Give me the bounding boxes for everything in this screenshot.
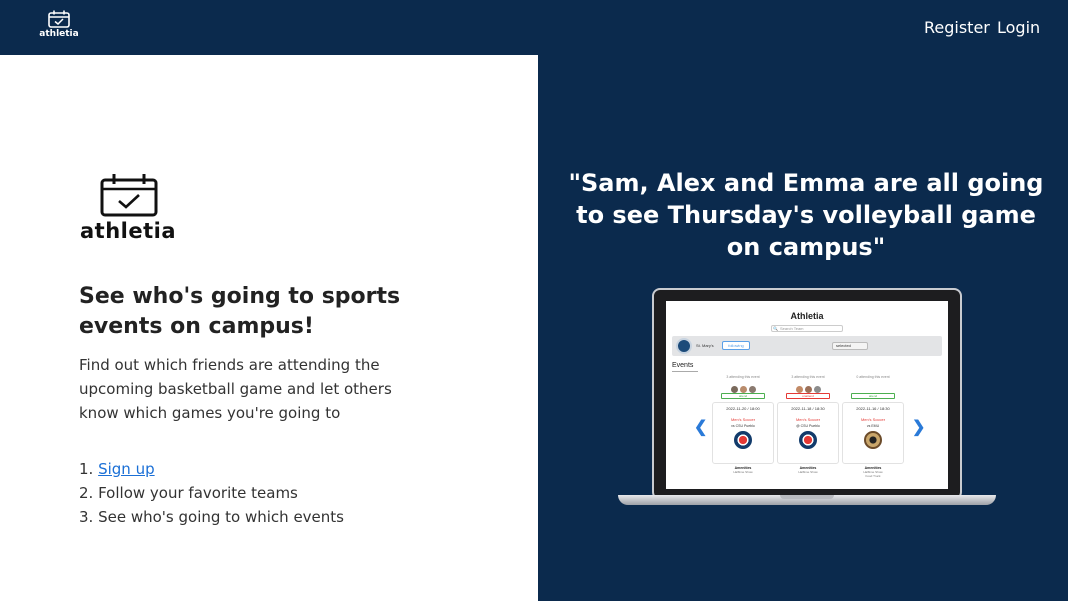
step-number: 1. — [79, 460, 94, 478]
preview-search-input: Search Team — [771, 325, 843, 332]
preview-event-card: 3 attending this event unattend 2022-11-… — [777, 375, 839, 474]
preview-team-name: St. Mary's — [696, 343, 714, 348]
attending-count: 0 attending this event — [856, 375, 890, 379]
amenities-detail: Food Truck — [865, 474, 881, 478]
preview-title: Athletia — [790, 311, 824, 321]
avatar-group — [712, 380, 774, 393]
preview-event-card: 0 attending this event attend 2022-11-16… — [842, 375, 904, 478]
nav-logo[interactable]: athletia — [38, 10, 80, 46]
hero-logo-text: athletia — [80, 219, 177, 243]
step-number: 3. — [79, 508, 94, 526]
hero-left-panel: athletia See who's going to sports event… — [0, 55, 538, 601]
event-name: Men's Soccer — [860, 417, 886, 422]
step-text: See who's going to which events — [98, 508, 344, 526]
step-item: 1. Sign up — [79, 457, 344, 481]
avatar — [748, 386, 756, 393]
laptop-notch — [780, 495, 834, 499]
event-box: 2022-11-20 / 18:00 Men's Soccer vs CSU P… — [712, 402, 774, 464]
amenities-detail: Halftime Show — [733, 470, 753, 474]
avatar — [795, 386, 803, 393]
event-name: Men's Soccer — [795, 417, 821, 422]
testimonial-quote: "Sam, Alex and Emma are all going to see… — [568, 169, 1044, 261]
attending-count: 3 attending this event — [726, 375, 760, 379]
step-text: Follow your favorite teams — [98, 484, 298, 502]
attend-button: attend — [721, 393, 765, 399]
laptop-mockup: Athletia Search Team St. Mary's followin… — [618, 288, 996, 508]
step-item: 3. See who's going to which events — [79, 505, 344, 529]
app-preview-screen: Athletia Search Team St. Mary's followin… — [666, 301, 948, 489]
chevron-right-icon: ❯ — [912, 419, 926, 436]
chevron-left-icon: ❮ — [694, 419, 708, 436]
step-item: 2. Follow your favorite teams — [79, 481, 344, 505]
calendar-check-icon — [48, 10, 70, 28]
unattend-button: unattend — [786, 393, 830, 399]
hero-logo: athletia — [80, 173, 180, 243]
avatar — [813, 386, 821, 393]
team-crest-icon — [734, 431, 752, 449]
preview-events-heading: Events — [672, 362, 694, 369]
attending-count: 3 attending this event — [791, 375, 825, 379]
top-navbar: athletia Register Login — [0, 0, 1068, 55]
event-opponent: @ CSU Pueblo — [796, 424, 820, 428]
showcase-panel: "Sam, Alex and Emma are all going to see… — [538, 55, 1068, 601]
avatar-group — [777, 380, 839, 393]
amenities-detail: Halftime Show — [798, 470, 818, 474]
event-name: Men's Soccer — [730, 417, 756, 422]
event-date: 2022-11-20 / 18:00 — [726, 406, 760, 411]
calendar-check-icon — [100, 174, 158, 217]
avatar — [804, 386, 812, 393]
register-link[interactable]: Register — [924, 18, 990, 37]
team-crest-icon — [799, 431, 817, 449]
preview-select: selected — [832, 342, 868, 350]
team-logo — [676, 338, 692, 354]
step-number: 2. — [79, 484, 94, 502]
event-date: 2022-11-16 / 18:30 — [856, 406, 890, 411]
avatar-group — [842, 380, 904, 390]
attend-button: attend — [851, 393, 895, 399]
avatar — [730, 386, 738, 393]
preview-follow-button: following — [722, 341, 750, 350]
login-link[interactable]: Login — [997, 18, 1040, 37]
event-box: 2022-11-16 / 18:30 Men's Soccer vs EMU — [842, 402, 904, 464]
event-box: 2022-11-18 / 18:30 Men's Soccer @ CSU Pu… — [777, 402, 839, 464]
event-opponent: vs EMU — [866, 424, 880, 428]
preview-event-card: 3 attending this event attend 2022-11-20… — [712, 375, 774, 474]
divider — [672, 371, 698, 372]
hero-headline: See who's going to sports events on camp… — [79, 284, 401, 339]
team-crest-icon — [864, 431, 882, 449]
nav-logo-text: athletia — [39, 29, 79, 39]
hero-description: Find out which friends are attending the… — [79, 356, 392, 422]
avatar — [739, 386, 747, 393]
event-date: 2022-11-18 / 18:30 — [791, 406, 825, 411]
sign-up-link[interactable]: Sign up — [98, 460, 155, 478]
preview-team-bar: St. Mary's following selected — [672, 336, 942, 356]
event-opponent: vs CSU Pueblo — [731, 424, 755, 428]
steps-list: 1. Sign up 2. Follow your favorite teams… — [79, 457, 344, 529]
